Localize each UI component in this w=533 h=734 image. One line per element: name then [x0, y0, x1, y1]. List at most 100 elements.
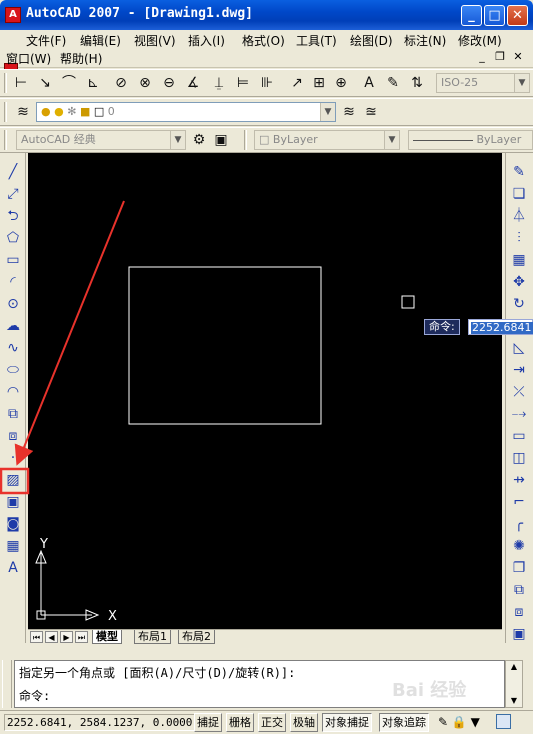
multiline-text-icon[interactable]: A [3, 559, 23, 578]
command-window-grip[interactable] [2, 660, 12, 708]
send-to-back-icon[interactable]: ⧈ [509, 603, 529, 622]
offset-icon[interactable]: ⫶ [509, 229, 529, 248]
toolbar-grip[interactable] [4, 102, 7, 122]
spline-icon[interactable]: ∿ [3, 339, 23, 358]
menu-dimension[interactable]: 标注(N) [404, 32, 446, 49]
tab-layout1[interactable]: 布局1 [134, 630, 171, 644]
erase-icon[interactable]: ✎ [509, 163, 529, 182]
chevron-down-icon[interactable]: ▼ [384, 131, 399, 149]
insert-block-icon[interactable]: ⧉ [3, 405, 23, 424]
rotate-icon[interactable]: ↻ [509, 295, 529, 314]
make-block-icon[interactable]: ⧈ [3, 427, 23, 446]
menu-draw[interactable]: 绘图(D) [350, 32, 393, 49]
menu-modify[interactable]: 修改(M) [458, 32, 502, 49]
join-icon[interactable]: ⇸ [509, 471, 529, 490]
dim-edit-icon[interactable]: A [360, 74, 378, 92]
dim-text-edit-icon[interactable]: ✎ [384, 74, 402, 92]
diameter-dim-icon[interactable]: ⊖ [160, 74, 178, 92]
menu-help[interactable]: 帮助(H) [60, 50, 102, 67]
first-tab-icon[interactable]: ⏮ [30, 631, 43, 643]
doc-minimize-button[interactable]: _ [474, 50, 490, 64]
arc-length-icon[interactable]: ⌒ [60, 74, 78, 92]
tab-layout2[interactable]: 布局2 [178, 630, 215, 644]
menu-file[interactable]: 文件(F) [26, 32, 66, 49]
drawing-canvas[interactable]: Y X [28, 153, 502, 629]
command-scrollbar[interactable]: ▲ ▼ [505, 660, 523, 708]
toolbar-grip[interactable] [4, 130, 7, 150]
color-select[interactable]: □ ByLayer ▼ [254, 130, 400, 150]
dynamic-input-field[interactable]: 2252.6841 [468, 319, 533, 335]
toolbar-grip[interactable] [244, 130, 247, 150]
radius-dim-icon[interactable]: ⊘ [112, 74, 130, 92]
dim-style-select[interactable]: ISO-25 ▼ [436, 73, 530, 93]
fillet-icon[interactable]: ╭ [509, 515, 529, 534]
last-tab-icon[interactable]: ⏭ [75, 631, 88, 643]
polyline-icon[interactable]: ⮌ [3, 207, 23, 226]
tolerance-icon[interactable]: ⊞ [310, 74, 328, 92]
chevron-down-icon[interactable]: ▼ [170, 131, 185, 149]
center-mark-icon[interactable]: ⊕ [332, 74, 350, 92]
break-icon[interactable]: ◫ [509, 449, 529, 468]
maximize-button[interactable]: □ [484, 5, 505, 26]
make-current-layer-icon[interactable]: ≋ [340, 103, 358, 121]
workspace-save-icon[interactable]: ▣ [212, 131, 230, 149]
tab-model[interactable]: 模型 [92, 630, 122, 644]
layer-manager-icon[interactable]: ≋ [14, 103, 32, 121]
layer-select[interactable]: ● ● ✻ ■ □ 0 ▼ [36, 102, 336, 122]
bring-above-icon[interactable]: ▣ [509, 625, 529, 644]
title-bar[interactable]: A AutoCAD 2007 - [Drawing1.dwg] _ □ ✕ [0, 0, 533, 30]
linetype-select[interactable]: ByLayer [408, 130, 533, 150]
scroll-up-icon[interactable]: ▲ [506, 661, 522, 673]
chamfer-icon[interactable]: ⌐ [509, 493, 529, 512]
polar-toggle[interactable]: 极轴 [290, 713, 318, 732]
revision-cloud-icon[interactable]: ☁ [3, 317, 23, 336]
doc-close-button[interactable]: ✕ [510, 50, 526, 64]
mirror-icon[interactable]: ⏃ [509, 207, 529, 226]
explode-icon[interactable]: ✺ [509, 537, 529, 556]
chevron-down-icon[interactable]: ▼ [514, 74, 529, 92]
polygon-icon[interactable]: ⬠ [3, 229, 23, 248]
copy-icon[interactable]: ❏ [509, 185, 529, 204]
baseline-dim-icon[interactable]: ⊨ [234, 74, 252, 92]
construction-line-icon[interactable]: ⤢ [3, 185, 23, 204]
gradient-icon[interactable]: ▣ [3, 493, 23, 512]
tray-icons[interactable]: ✎ 🔒 ▼ [438, 715, 480, 729]
array-icon[interactable]: ▦ [509, 251, 529, 270]
region-icon[interactable]: ◙ [3, 515, 23, 534]
coordinate-readout[interactable]: 2252.6841, 2584.1237, 0.0000 [4, 714, 196, 731]
quick-dim-icon[interactable]: ⍊ [210, 74, 228, 92]
toolbar-grip[interactable] [4, 73, 7, 93]
rectangle-icon[interactable]: ▭ [3, 251, 23, 270]
layer-previous-icon[interactable]: ≊ [362, 103, 380, 121]
prev-tab-icon[interactable]: ◀ [45, 631, 58, 643]
arc-icon[interactable]: ◜ [3, 273, 23, 292]
circle-icon[interactable]: ⊙ [3, 295, 23, 314]
hatch-icon[interactable]: ▨ [3, 471, 23, 490]
otrack-toggle[interactable]: 对象追踪 [379, 713, 429, 732]
point-icon[interactable]: · [3, 449, 23, 468]
menu-insert[interactable]: 插入(I) [188, 32, 225, 49]
ellipse-arc-icon[interactable]: ◠ [3, 383, 23, 402]
move-icon[interactable]: ✥ [509, 273, 529, 292]
menu-tools[interactable]: 工具(T) [296, 32, 337, 49]
linear-dim-icon[interactable]: ⊢ [12, 74, 30, 92]
osnap-toggle[interactable]: 对象捕捉 [322, 713, 372, 732]
grid-toggle[interactable]: 栅格 [226, 713, 254, 732]
bring-to-front-icon[interactable]: ⧉ [509, 581, 529, 600]
chevron-down-icon[interactable]: ▼ [320, 103, 335, 121]
clean-screen-icon[interactable] [496, 714, 511, 729]
close-button[interactable]: ✕ [507, 5, 528, 26]
doc-restore-button[interactable]: ❐ [492, 50, 508, 64]
continue-dim-icon[interactable]: ⊪ [258, 74, 276, 92]
snap-toggle[interactable]: 捕捉 [194, 713, 222, 732]
jogged-dim-icon[interactable]: ⊗ [136, 74, 154, 92]
menu-format[interactable]: 格式(O) [242, 32, 285, 49]
scale-icon[interactable]: ◺ [509, 339, 529, 358]
scroll-down-icon[interactable]: ▼ [506, 695, 522, 707]
ordinate-dim-icon[interactable]: ⊾ [84, 74, 102, 92]
dim-update-icon[interactable]: ⇅ [408, 74, 426, 92]
menu-view[interactable]: 视图(V) [134, 32, 176, 49]
extend-icon[interactable]: ⤍ [509, 405, 529, 424]
ellipse-icon[interactable]: ⬭ [3, 361, 23, 380]
drawn-rectangle[interactable] [128, 266, 322, 425]
